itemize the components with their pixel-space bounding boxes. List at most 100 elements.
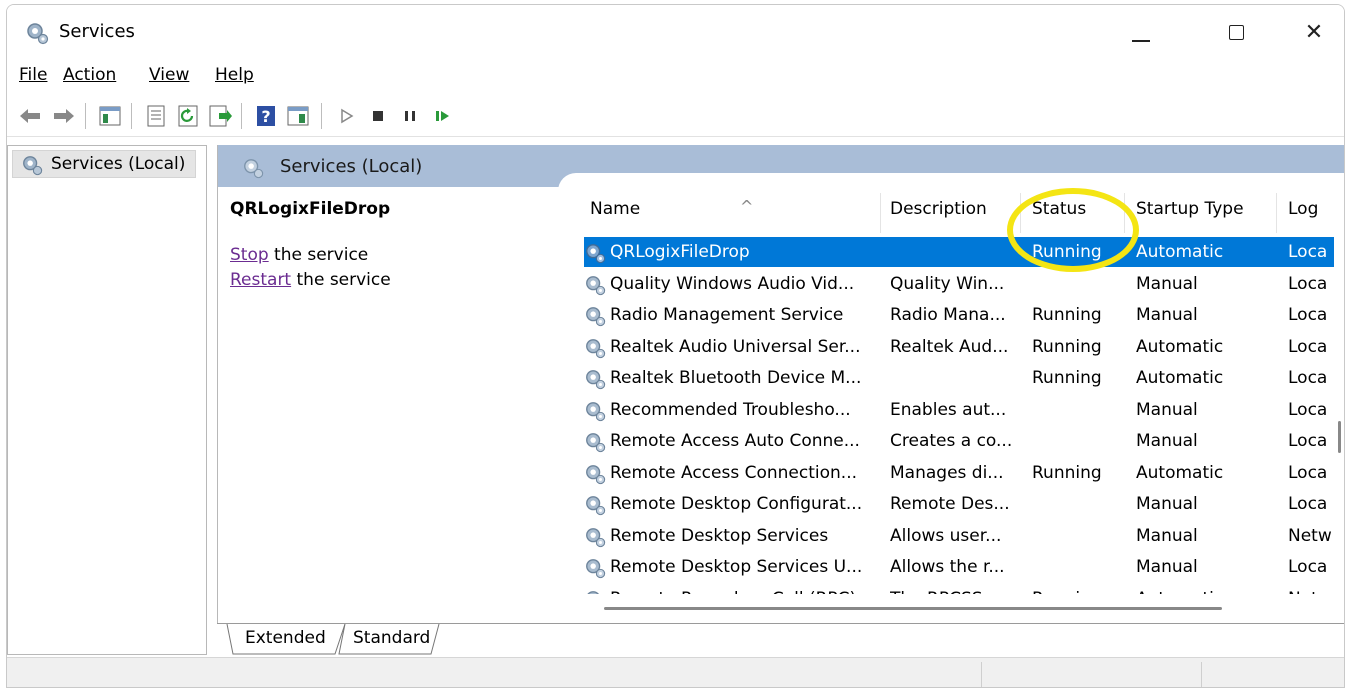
minimize-button[interactable] xyxy=(1117,15,1163,51)
service-gear-icon xyxy=(586,464,606,484)
service-actions: Stop the service Restart the service xyxy=(230,243,560,293)
tree-item-services-local[interactable]: Services (Local) xyxy=(12,150,196,178)
service-status: Running xyxy=(1032,336,1102,357)
refresh-icon[interactable] xyxy=(175,103,201,129)
forward-icon[interactable] xyxy=(51,103,77,129)
restart-service-link[interactable]: Restart xyxy=(230,270,291,290)
tree-item-label: Services (Local) xyxy=(51,154,186,174)
service-row[interactable]: QRLogixFileDrop Running Automatic Loca xyxy=(584,237,1334,267)
service-status: Running xyxy=(1032,305,1102,325)
menu-help-label: Help xyxy=(215,65,254,85)
view-tabs: Extended Standard xyxy=(217,623,1344,657)
service-startup-type: Automatic xyxy=(1136,336,1224,357)
toolbar: ? xyxy=(7,97,1344,137)
services-gear-icon xyxy=(23,156,43,176)
service-name: Remote Procedure Call (RPC) xyxy=(610,584,880,594)
column-header-name[interactable]: ^ Name xyxy=(590,197,753,219)
service-gear-icon xyxy=(586,401,606,421)
service-log-on-as: Loca xyxy=(1288,336,1328,357)
service-description: Allows user... xyxy=(890,525,1002,546)
horizontal-scrollbar[interactable] xyxy=(604,607,1222,610)
service-row[interactable]: Recommended Troublesho... Enables aut... M… xyxy=(584,395,1334,425)
service-row[interactable]: Remote Access Connection... Manages di...… xyxy=(584,458,1334,488)
service-row[interactable]: Remote Desktop Services U... Allows the r… xyxy=(584,552,1334,582)
show-hide-tree-icon[interactable] xyxy=(97,103,123,129)
column-separator[interactable] xyxy=(880,193,881,233)
service-row[interactable]: Realtek Bluetooth Device M... Running Auto… xyxy=(584,363,1334,393)
service-status: Running xyxy=(1032,368,1102,388)
start-service-icon[interactable] xyxy=(333,103,359,129)
service-description: Quality Win... xyxy=(890,273,1005,294)
service-row[interactable]: Remote Procedure Call (RPC) The RPCSS s..… xyxy=(584,584,1334,594)
toolbar-separator xyxy=(321,103,322,129)
service-status: Running xyxy=(1032,462,1102,483)
title-bar[interactable]: Services ✕ xyxy=(7,5,1344,59)
column-header-log-on-as[interactable]: Log xyxy=(1288,199,1318,219)
status-bar-divider xyxy=(1201,662,1202,687)
minimize-icon xyxy=(1132,40,1150,42)
service-log-on-as: Loca xyxy=(1288,368,1328,388)
service-name: QRLogixFileDrop xyxy=(610,242,750,262)
resume-service-icon[interactable] xyxy=(429,103,455,129)
service-log-on-as: Netw xyxy=(1288,525,1332,546)
column-name-label: Name xyxy=(590,199,641,219)
maximize-button[interactable] xyxy=(1213,15,1259,51)
tab-extended[interactable]: Extended xyxy=(239,624,332,654)
properties-icon[interactable] xyxy=(143,103,169,129)
column-separator[interactable] xyxy=(1276,193,1277,233)
menu-action-label: Action xyxy=(63,65,117,85)
menu-view[interactable]: View xyxy=(149,65,189,85)
back-icon[interactable] xyxy=(17,103,43,129)
service-row[interactable]: Realtek Audio Universal Ser... Realtek Au… xyxy=(584,332,1334,362)
service-row[interactable]: Radio Management Service Radio Mana... Run… xyxy=(584,300,1334,330)
service-gear-icon xyxy=(586,559,606,579)
service-name: Remote Access Auto Conne... xyxy=(610,431,860,451)
console-tree: Services (Local) xyxy=(7,145,207,655)
services-gear-icon xyxy=(27,23,49,45)
service-startup-type: Manual xyxy=(1136,273,1198,294)
tab-standard[interactable]: Standard xyxy=(347,624,436,654)
column-header-description[interactable]: Description xyxy=(890,199,987,219)
column-description-label: Description xyxy=(890,199,987,219)
service-description: Manages di... xyxy=(890,462,1004,483)
pane-title: Services (Local) xyxy=(280,156,423,177)
service-row[interactable]: Remote Desktop Configurat... Remote Des..… xyxy=(584,489,1334,519)
service-log-on-as: Loca xyxy=(1288,494,1328,514)
service-row[interactable]: Quality Windows Audio Vid... Quality Win.… xyxy=(584,269,1334,299)
vertical-scrollbar[interactable] xyxy=(1338,421,1341,453)
service-name: Radio Management Service xyxy=(610,305,844,325)
service-row[interactable]: Remote Access Auto Conne... Creates a co.… xyxy=(584,426,1334,456)
stop-service-link[interactable]: Stop xyxy=(230,245,269,265)
service-startup-type: Manual xyxy=(1136,399,1198,420)
menu-file[interactable]: File xyxy=(19,65,47,85)
service-gear-icon xyxy=(586,275,606,295)
service-log-on-as: Netw xyxy=(1288,584,1334,594)
maximize-icon xyxy=(1229,25,1244,40)
toolbar-separator xyxy=(131,103,132,129)
stop-service-icon[interactable] xyxy=(365,103,391,129)
service-name: Recommended Troublesho... xyxy=(610,399,851,420)
toolbar-separator xyxy=(241,103,242,129)
menu-view-label: View xyxy=(149,65,190,85)
menu-help[interactable]: Help xyxy=(215,65,254,85)
menu-action[interactable]: Action xyxy=(63,65,116,85)
extended-view-icon[interactable] xyxy=(285,103,311,129)
toolbar-separator xyxy=(85,103,86,129)
service-description: Remote Des... xyxy=(890,494,1010,514)
service-log-on-as: Loca xyxy=(1288,399,1328,420)
service-log-on-as: Loca xyxy=(1288,431,1328,451)
sort-ascending-icon: ^ xyxy=(740,197,754,216)
service-gear-icon xyxy=(586,338,606,358)
pause-service-icon[interactable] xyxy=(397,103,423,129)
service-log-on-as: Loca xyxy=(1288,273,1328,294)
service-description: The RPCSS s... xyxy=(890,584,1020,594)
service-startup-type: Automatic xyxy=(1136,368,1224,388)
help-icon[interactable]: ? xyxy=(253,103,279,129)
status-highlight-circle xyxy=(1007,188,1139,272)
column-header-startup-type[interactable]: Startup Type xyxy=(1136,199,1244,219)
export-list-icon[interactable] xyxy=(207,103,233,129)
service-gear-icon xyxy=(586,527,606,547)
service-row[interactable]: Remote Desktop Services Allows user... Man… xyxy=(584,521,1334,551)
close-button[interactable]: ✕ xyxy=(1291,15,1337,51)
service-log-on-as: Loca xyxy=(1288,462,1328,483)
